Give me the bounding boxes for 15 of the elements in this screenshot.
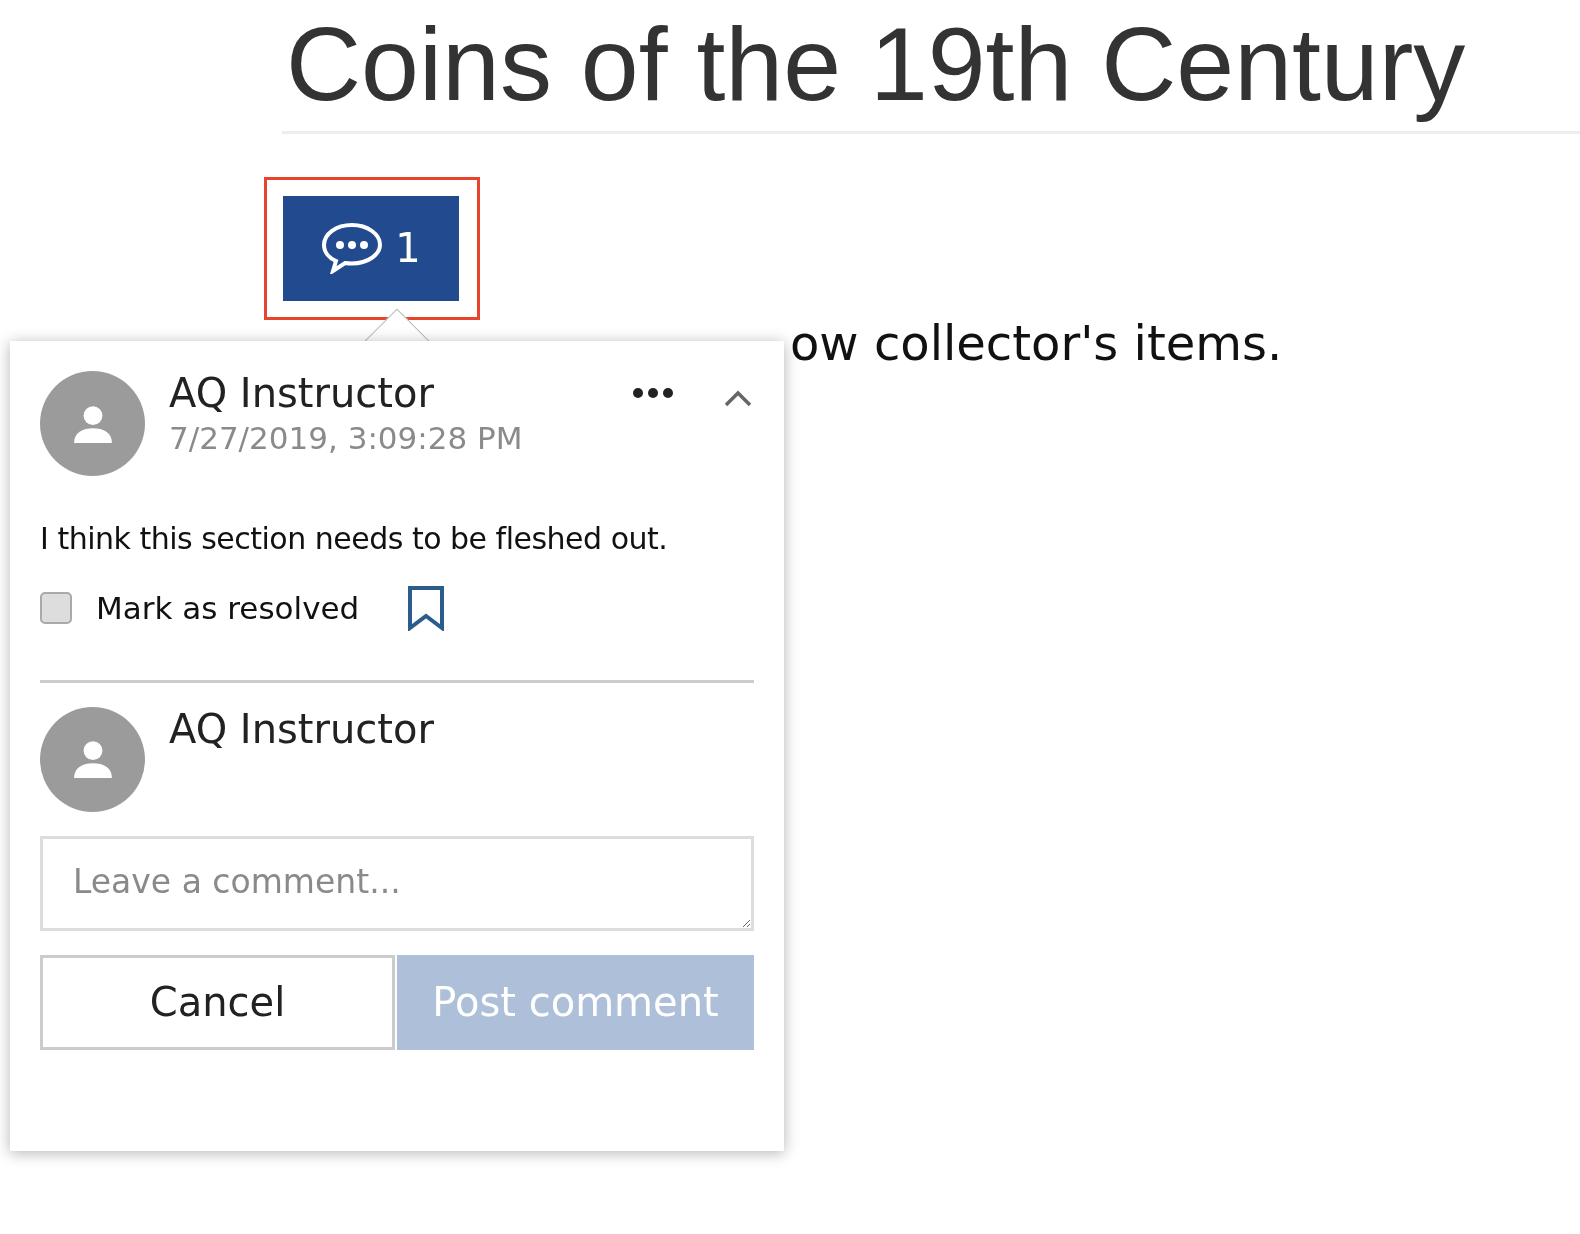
page-title: Coins of the 19th Century xyxy=(286,5,1467,124)
more-options-icon[interactable] xyxy=(632,387,674,399)
person-icon xyxy=(71,738,114,780)
comment-text: I think this section needs to be fleshed out. xyxy=(40,520,669,558)
cancel-button[interactable]: Cancel xyxy=(40,954,395,1050)
checkbox-label: Mark as resolved xyxy=(96,589,360,628)
body-text: ow collector's items. xyxy=(790,314,1284,373)
author-name: AQ Instructor xyxy=(169,371,435,415)
comment-input-field[interactable]: Leave a comment... xyxy=(40,835,754,931)
bookmark-icon[interactable] xyxy=(407,585,446,632)
timestamp: 7/27/2019, 3:09:28 PM xyxy=(169,419,524,458)
speech-bubble-icon xyxy=(321,222,384,275)
comment-count-button[interactable]: 1 xyxy=(283,195,459,301)
author-name: AQ Instructor xyxy=(169,706,434,751)
resolve-checkbox[interactable] xyxy=(40,592,72,625)
